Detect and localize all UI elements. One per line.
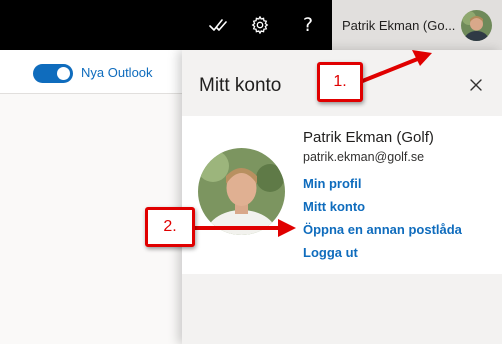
account-button[interactable]: Patrik Ekman (Go... <box>332 0 502 50</box>
settings-gear-icon[interactable] <box>239 0 281 50</box>
toggle-knob <box>57 67 70 80</box>
annotation-callout-1: 1. <box>317 62 363 102</box>
sign-out-link[interactable]: Logga ut <box>303 241 462 264</box>
toolbar-row: Nya Outlook <box>0 50 182 94</box>
top-bar: ? Patrik Ekman (Go... <box>0 0 502 50</box>
account-info: Patrik Ekman (Golf) patrik.ekman@golf.se… <box>303 129 462 264</box>
help-icon[interactable]: ? <box>287 0 329 50</box>
annotation-callout-2: 2. <box>145 207 195 247</box>
close-icon[interactable] <box>465 74 487 96</box>
panel-title: Mitt konto <box>199 75 282 96</box>
new-outlook-toggle[interactable] <box>33 64 73 83</box>
profile-photo <box>198 148 285 235</box>
user-email: patrik.ekman@golf.se <box>303 150 425 164</box>
open-other-mailbox-link[interactable]: Öppna en annan postlåda <box>303 218 462 241</box>
todo-check-icon[interactable] <box>197 0 239 50</box>
account-name: Patrik Ekman (Go... <box>342 18 456 33</box>
account-card: Patrik Ekman (Golf) patrik.ekman@golf.se… <box>182 116 502 274</box>
new-outlook-label: Nya Outlook <box>81 65 153 80</box>
my-account-link[interactable]: Mitt konto <box>303 195 462 218</box>
my-profile-link[interactable]: Min profil <box>303 172 462 195</box>
avatar <box>461 10 492 41</box>
user-name: Patrik Ekman (Golf) <box>303 129 434 146</box>
mail-left-pane: Nya Outlook <box>0 50 182 344</box>
